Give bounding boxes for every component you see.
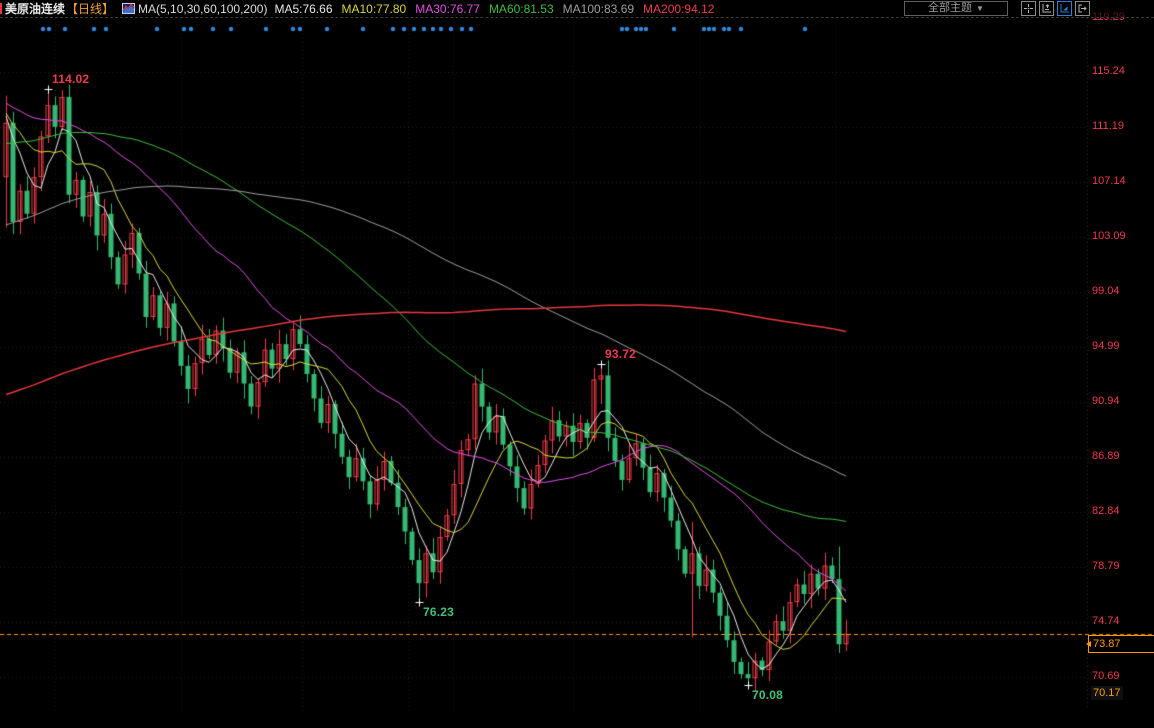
ma-settings-label: MA(5,10,30,60,100,200) bbox=[138, 1, 267, 17]
auto-axis-button[interactable] bbox=[1057, 1, 1072, 16]
candlestick-chart-canvas[interactable] bbox=[0, 0, 1154, 728]
left-edge-marker bbox=[0, 3, 2, 14]
fit-scale-icon bbox=[1042, 4, 1051, 13]
theme-dropdown[interactable]: 全部主题 ▼ bbox=[904, 1, 1008, 16]
price-axis-label: 82.84 bbox=[1092, 505, 1120, 518]
low-annotation: 70.08 bbox=[752, 688, 783, 702]
price-axis-label: 74.74 bbox=[1092, 615, 1120, 628]
theme-dropdown-label: 全部主题 bbox=[928, 2, 972, 15]
swing-high-annotation: 93.72 bbox=[605, 347, 636, 361]
symbol-title: 美原油连续 bbox=[5, 1, 65, 17]
price-axis-label: 111.19 bbox=[1092, 120, 1124, 133]
price-axis-label: 115.24 bbox=[1092, 65, 1125, 78]
chart-toolbar: 全部主题 ▼ bbox=[904, 1, 1090, 16]
kline-mini-icon[interactable] bbox=[122, 3, 135, 14]
exit-right-button[interactable] bbox=[1075, 1, 1090, 16]
auto-axis-icon bbox=[1060, 4, 1069, 13]
high-annotation: 114.02 bbox=[52, 72, 89, 86]
ma30-value: MA30:76.77 bbox=[415, 1, 480, 17]
ma100-value: MA100:83.69 bbox=[563, 1, 634, 17]
current-price-label: 73.87 bbox=[1088, 635, 1154, 653]
ma200-value: MA200:94.12 bbox=[643, 1, 714, 17]
period-label: 【日线】 bbox=[66, 1, 114, 17]
ma5-value: MA5:76.66 bbox=[274, 1, 332, 17]
low-price-label: 70.17 bbox=[1091, 686, 1123, 700]
price-axis-label: 94.99 bbox=[1092, 340, 1120, 353]
ma10-value: MA10:77.80 bbox=[342, 1, 407, 17]
price-axis-label: 99.04 bbox=[1092, 285, 1120, 298]
price-axis-label: 78.79 bbox=[1092, 560, 1120, 573]
chevron-down-icon: ▼ bbox=[976, 2, 984, 15]
exit-right-icon bbox=[1078, 4, 1087, 13]
price-axis-label: 86.89 bbox=[1092, 450, 1120, 463]
price-axis-label: 107.14 bbox=[1092, 175, 1126, 188]
chart-window: 美原油连续 【日线】 MA(5,10,30,60,100,200) MA5:76… bbox=[0, 0, 1154, 728]
fit-scale-button[interactable] bbox=[1039, 1, 1054, 16]
pan-crosshair-button[interactable] bbox=[1021, 1, 1036, 16]
price-axis-label: 70.69 bbox=[1092, 670, 1120, 683]
pan-crosshair-icon bbox=[1024, 4, 1033, 13]
price-axis-label: 103.09 bbox=[1092, 230, 1126, 243]
swing-low-annotation: 76.23 bbox=[423, 605, 454, 619]
ma60-value: MA60:81.53 bbox=[489, 1, 554, 17]
price-axis-label: 90.94 bbox=[1092, 395, 1120, 408]
